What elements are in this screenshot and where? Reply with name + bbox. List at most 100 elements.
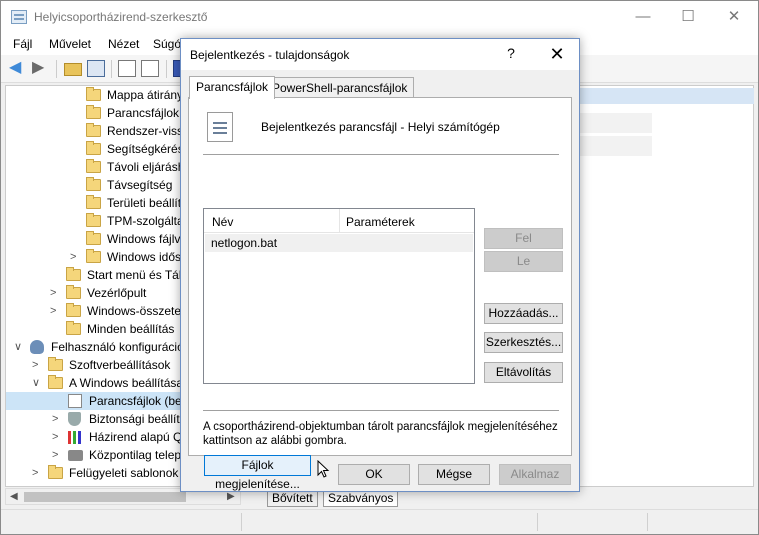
apply-button[interactable]: Alkalmaz: [499, 464, 571, 485]
ok-button[interactable]: OK: [338, 464, 410, 485]
dialog-titlebar: Bejelentkezés - tulajdonságok ? ✕: [181, 39, 579, 70]
tree-item-label: Mappa átirány: [107, 88, 181, 102]
tab-standard[interactable]: Szabványos: [323, 490, 399, 507]
move-up-button[interactable]: Fel: [484, 228, 563, 249]
tree-item-label: Parancsfájlok: [107, 106, 180, 120]
back-arrow-icon[interactable]: ◀: [9, 60, 27, 77]
dialog-close-icon[interactable]: ✕: [537, 43, 577, 65]
tree-item[interactable]: > Windows-összete: [6, 302, 181, 320]
expand-chevron-icon[interactable]: >: [32, 464, 42, 482]
tree-item-label: Windows idős: [107, 250, 181, 264]
expand-chevron-icon[interactable]: >: [52, 410, 62, 428]
scroll-left-icon[interactable]: ◀: [10, 489, 18, 505]
list-header: Név Paraméterek: [204, 209, 474, 233]
printer-icon: [68, 450, 83, 461]
tree-item[interactable]: Parancsfájlok (bej: [6, 392, 181, 410]
tree-item-label: Windows-összete: [87, 304, 181, 318]
tree-item[interactable]: Területi beállít: [6, 194, 180, 212]
tree-item[interactable]: Mappa átirány: [6, 86, 181, 104]
tree-item[interactable]: TPM-szolgálta: [6, 212, 180, 230]
folder-icon: [48, 375, 63, 389]
mouse-cursor-icon: [317, 460, 330, 478]
folder-icon: [86, 195, 101, 209]
forward-arrow-icon[interactable]: ▶: [32, 60, 50, 77]
tree-item-label: Minden beállítás: [87, 322, 175, 336]
tree-item[interactable]: Távoli eljárásh: [6, 158, 181, 176]
maximize-button[interactable]: ☐: [665, 1, 711, 33]
tree-item[interactable]: Távsegítség: [6, 176, 180, 194]
tree-item[interactable]: > Házirend alapú Q: [6, 428, 180, 446]
help-icon[interactable]: ?: [501, 45, 521, 61]
tree-item[interactable]: Minden beállítás: [6, 320, 180, 338]
tree-item-label: Windows fájlv: [107, 232, 181, 246]
tree-item[interactable]: Start menü és Tál: [6, 266, 180, 284]
tree-item[interactable]: > Szoftverbeállítások: [6, 356, 180, 374]
show-files-button[interactable]: Fájlok megjelenítése...: [204, 455, 311, 491]
tree-item[interactable]: Windows fájlv: [6, 230, 181, 248]
menu-action[interactable]: Művelet: [49, 37, 91, 51]
properties-icon[interactable]: [118, 60, 136, 77]
menu-view[interactable]: Nézet: [108, 37, 139, 51]
expand-chevron-icon[interactable]: >: [32, 356, 42, 374]
column-header-name[interactable]: Név: [212, 215, 233, 229]
navigation-tree[interactable]: Mappa átirány Parancsfájlok Rendszer-vissz…: [5, 85, 181, 487]
tab-powershell-scripts[interactable]: PowerShell-parancsfájlok: [265, 77, 415, 98]
expand-chevron-icon[interactable]: >: [50, 302, 60, 320]
minimize-button[interactable]: —: [620, 1, 666, 33]
tree-item[interactable]: Segítségkérés: [6, 140, 181, 158]
tree-item-label: Vezérlőpult: [87, 286, 147, 300]
cancel-button[interactable]: Mégse: [418, 464, 490, 485]
expand-chevron-icon[interactable]: >: [52, 428, 62, 446]
tree-item[interactable]: > Windows idős: [6, 248, 181, 266]
scroll-thumb[interactable]: [24, 492, 186, 502]
tree-item[interactable]: ∨ Felhasználó konfiguráció: [6, 338, 180, 356]
column-separator[interactable]: [339, 209, 340, 232]
up-folder-icon[interactable]: [64, 63, 82, 76]
status-cell: [241, 513, 242, 531]
script-icon: [68, 394, 82, 408]
details-header: [580, 88, 754, 104]
tree-item-label: Segítségkérés: [107, 142, 181, 156]
show-tree-icon[interactable]: [87, 60, 105, 77]
tree-item[interactable]: > Felügyeleti sablonok: [6, 464, 180, 482]
export-list-icon[interactable]: [141, 60, 159, 77]
folder-icon: [66, 267, 81, 281]
tree-item[interactable]: ∨ A Windows beállítása: [6, 374, 180, 392]
collapse-chevron-icon[interactable]: ∨: [14, 338, 24, 356]
tree-item[interactable]: Rendszer-vissz: [6, 122, 180, 140]
remove-button[interactable]: Eltávolítás: [484, 362, 563, 383]
list-item[interactable]: netlogon.bat: [205, 234, 473, 252]
divider: [203, 410, 559, 411]
folder-icon: [86, 123, 101, 137]
close-button[interactable]: ✕: [711, 1, 757, 33]
collapse-chevron-icon[interactable]: ∨: [32, 374, 42, 392]
menu-help[interactable]: Súgó: [153, 37, 181, 51]
expand-chevron-icon[interactable]: >: [70, 248, 80, 266]
expand-chevron-icon[interactable]: >: [50, 284, 60, 302]
tree-item[interactable]: > Központilag telep: [6, 446, 181, 464]
tree-item-label: Felügyeleti sablonok: [69, 466, 179, 480]
main-titlebar: Helyicsoportházirend-szerkesztő — ☐ ✕: [1, 1, 758, 33]
toolbar-separator: [56, 60, 57, 78]
folder-icon: [86, 87, 101, 101]
add-button[interactable]: Hozzáadás...: [484, 303, 563, 324]
details-row[interactable]: [580, 113, 652, 133]
tree-item[interactable]: > Vezérlőpult: [6, 284, 180, 302]
tree-item-label: Központilag telep: [89, 448, 181, 462]
details-row[interactable]: [580, 136, 652, 156]
menu-file[interactable]: Fájl: [13, 37, 32, 51]
tree-item[interactable]: Parancsfájlok: [6, 104, 180, 122]
tree-item[interactable]: > Biztonsági beállít: [6, 410, 180, 428]
edit-button[interactable]: Szerkesztés...: [484, 332, 563, 353]
scripts-list[interactable]: Név Paraméterek netlogon.bat: [203, 208, 475, 384]
folder-icon: [48, 465, 63, 479]
tab-scripts[interactable]: Parancsfájlok: [189, 76, 276, 99]
column-header-parameters[interactable]: Paraméterek: [346, 215, 415, 229]
tree-item-label: Távoli eljárásh: [107, 160, 181, 174]
move-down-button[interactable]: Le: [484, 251, 563, 272]
tree-item-label: Parancsfájlok (bej: [89, 394, 181, 408]
status-cell: [647, 513, 648, 531]
folder-icon: [66, 321, 81, 335]
expand-chevron-icon[interactable]: >: [52, 446, 62, 464]
folder-icon: [86, 141, 101, 155]
